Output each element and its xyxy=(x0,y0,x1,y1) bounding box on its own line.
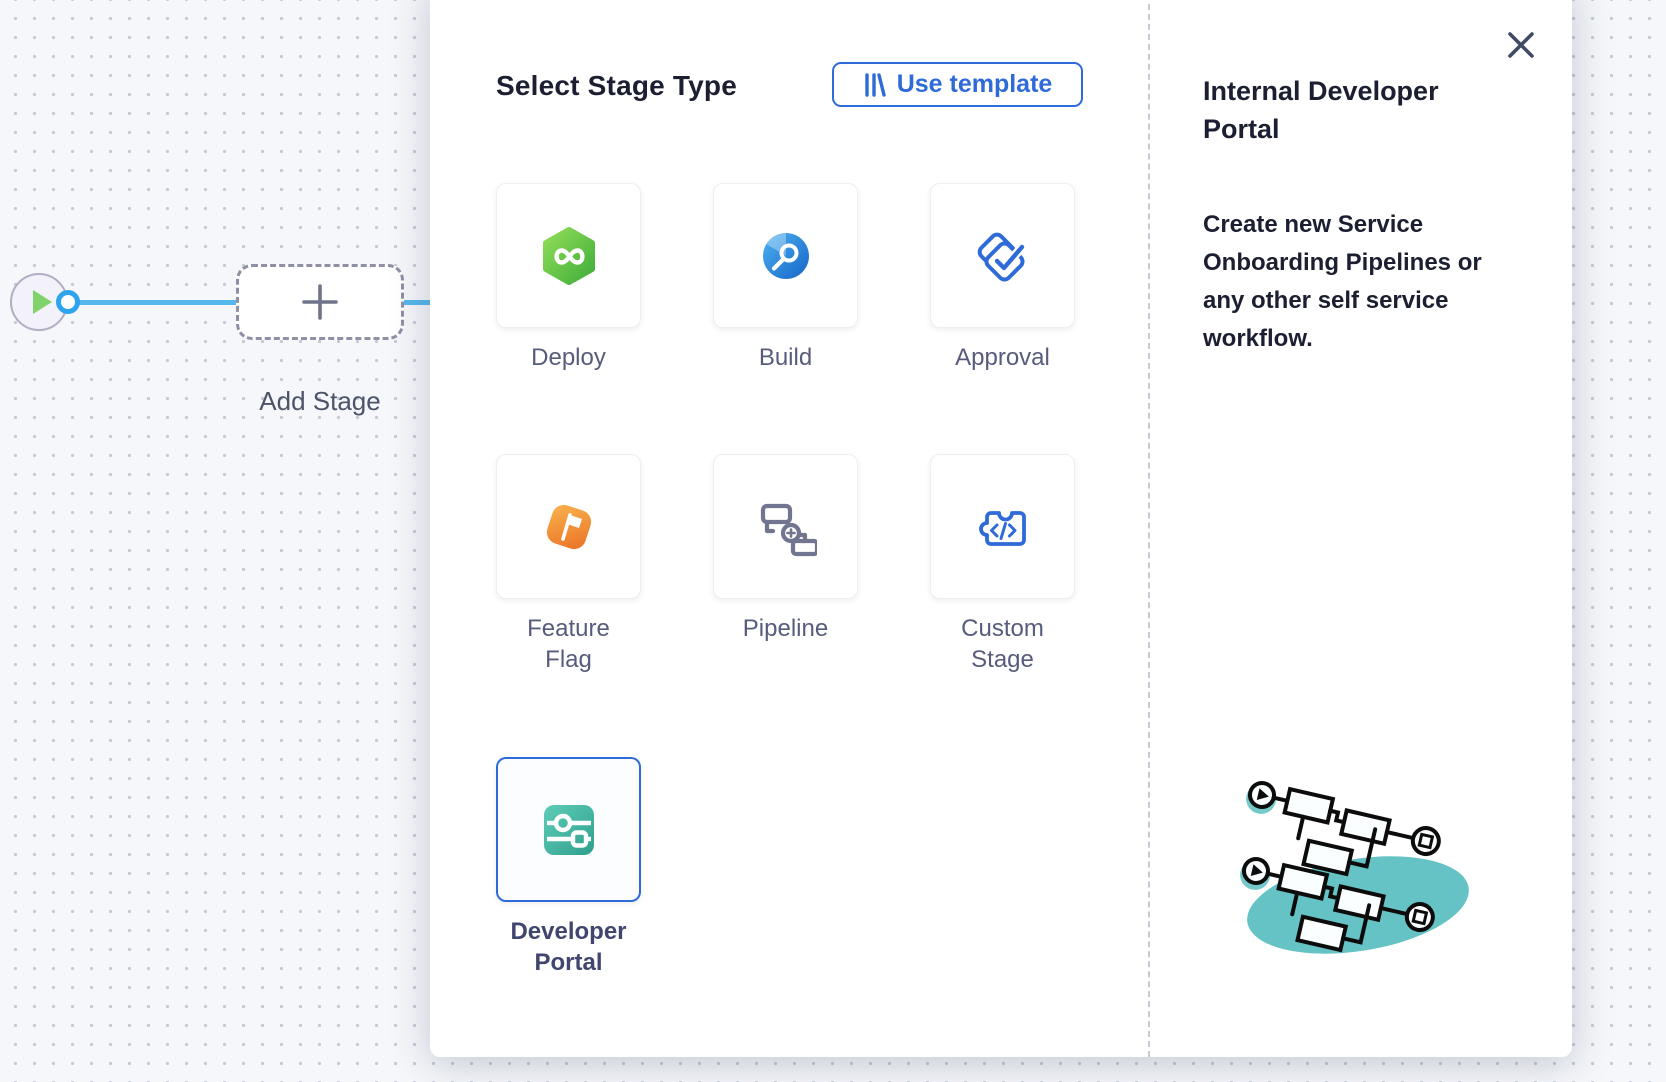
pipeline-studio-canvas: { "canvas": { "add_stage_label": "Add St… xyxy=(0,0,1666,1082)
select-stage-type-modal: Select Stage Type Use template Deploy xyxy=(430,0,1572,1057)
feature-flag-icon xyxy=(540,498,598,556)
add-stage-node[interactable] xyxy=(236,264,404,340)
stage-tile-pipeline[interactable] xyxy=(713,454,858,599)
stage-tile-label: Developer Portal xyxy=(504,916,634,978)
pipeline-doodle-illustration xyxy=(1230,779,1490,1024)
build-ci-icon xyxy=(760,230,812,282)
stage-tile-label: Custom Stage xyxy=(938,613,1068,675)
stage-tile-feature-flag[interactable] xyxy=(496,454,641,599)
stage-tile-deploy[interactable] xyxy=(496,183,641,328)
developer-portal-icon xyxy=(541,802,597,858)
pipeline-edge xyxy=(68,300,236,305)
stage-tile-label: Build xyxy=(721,342,851,373)
close-button[interactable] xyxy=(1502,26,1540,64)
stage-tile-custom-stage[interactable] xyxy=(930,454,1075,599)
stage-tile-row: Deploy Build xyxy=(496,183,1075,373)
pipeline-edge xyxy=(404,300,432,305)
modal-title: Select Stage Type xyxy=(496,70,737,102)
stage-tile-build[interactable] xyxy=(713,183,858,328)
plus-icon xyxy=(302,284,338,320)
stage-tile-approval[interactable] xyxy=(930,183,1075,328)
help-panel-description: Create new Service Onboarding Pipelines … xyxy=(1203,206,1503,358)
stage-tile-row: Feature Flag Pipe xyxy=(496,454,1075,675)
stage-tile-row: Developer Portal xyxy=(496,757,641,978)
approval-check-icon xyxy=(973,226,1033,286)
help-panel-title: Internal Developer Portal xyxy=(1203,72,1503,148)
close-icon xyxy=(1506,30,1536,60)
stage-tile-label: Approval xyxy=(938,342,1068,373)
edge-port-dot xyxy=(56,290,80,314)
panel-divider xyxy=(1148,0,1150,1057)
use-template-label: Use template xyxy=(897,70,1053,99)
template-library-icon xyxy=(863,72,887,98)
deploy-cd-icon xyxy=(540,227,598,285)
stage-tile-developer-portal[interactable] xyxy=(496,757,641,902)
pipeline-chain-icon xyxy=(755,496,817,558)
stage-tile-label: Feature Flag xyxy=(504,613,634,675)
stage-tile-label: Pipeline xyxy=(721,613,851,644)
use-template-button[interactable]: Use template xyxy=(832,62,1083,107)
play-icon xyxy=(33,290,52,314)
add-stage-label: Add Stage xyxy=(216,386,424,417)
stage-tile-label: Deploy xyxy=(504,342,634,373)
custom-stage-code-icon xyxy=(977,501,1029,553)
